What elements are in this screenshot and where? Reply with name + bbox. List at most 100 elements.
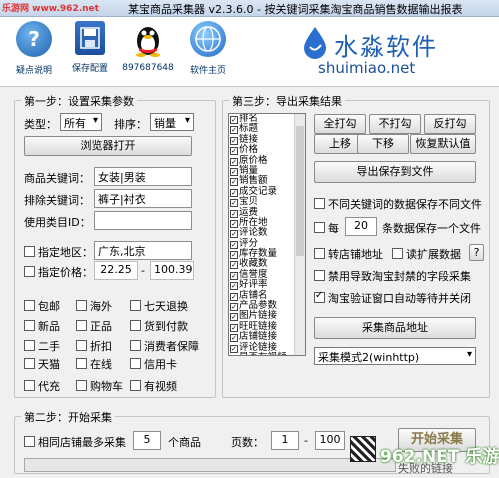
browser-open-button[interactable]: 浏览器打开 bbox=[24, 136, 192, 156]
page-from-input[interactable]: 1 bbox=[271, 431, 299, 450]
field-check-icon[interactable]: ✓ bbox=[230, 261, 238, 270]
field-check-icon[interactable]: ✓ bbox=[230, 136, 238, 145]
option-checkbox[interactable] bbox=[24, 340, 35, 351]
collect-mode-select[interactable]: 采集模式2(winhttp) bbox=[314, 347, 476, 365]
option-checkbox[interactable] bbox=[24, 300, 35, 311]
keyword-input[interactable]: 女装|男装 bbox=[94, 167, 192, 186]
same-shop-limit-checkbox[interactable] bbox=[24, 436, 35, 447]
sort-label: 排序： bbox=[114, 118, 147, 131]
move-down-button[interactable]: 下移 bbox=[357, 134, 409, 154]
field-check-icon[interactable]: ✓ bbox=[230, 230, 238, 239]
field-label: 店铺名 bbox=[239, 289, 268, 301]
field-list-scrollbar[interactable] bbox=[294, 114, 305, 355]
field-label: 销售额 bbox=[239, 175, 268, 187]
help-question-button[interactable]: ? bbox=[469, 244, 484, 261]
option-checkbox[interactable] bbox=[130, 320, 141, 331]
field-check-icon[interactable]: ✓ bbox=[230, 199, 238, 208]
field-check-icon[interactable]: ✓ bbox=[230, 292, 238, 301]
option-checkbox[interactable] bbox=[76, 380, 87, 391]
help-button[interactable]: ? 疑点说明 bbox=[6, 21, 62, 76]
option-checkbox[interactable] bbox=[24, 320, 35, 331]
price-min-input[interactable]: 22.25 bbox=[94, 261, 138, 280]
option-label: 有视频 bbox=[144, 380, 177, 393]
split-by-count-checkbox[interactable] bbox=[314, 222, 325, 233]
field-check-icon[interactable]: ✓ bbox=[230, 354, 238, 355]
region-checkbox[interactable] bbox=[24, 246, 35, 257]
collect-progress-bar bbox=[24, 458, 396, 472]
separate-files-checkbox[interactable] bbox=[314, 198, 325, 209]
option-label: 货到付款 bbox=[144, 320, 188, 333]
field-check-icon[interactable]: ✓ bbox=[230, 251, 238, 260]
exclude-keyword-input[interactable]: 裤子|衬衣 bbox=[94, 189, 192, 208]
field-check-icon[interactable]: ✓ bbox=[230, 157, 238, 166]
field-check-icon[interactable]: ✓ bbox=[230, 271, 238, 280]
select-none-button[interactable]: 不打勾 bbox=[369, 114, 421, 134]
field-label: 是否有视频 bbox=[239, 352, 287, 355]
shop-url-checkbox[interactable] bbox=[314, 248, 325, 259]
field-check-icon[interactable]: ✓ bbox=[230, 188, 238, 197]
field-label: 图片链接 bbox=[239, 310, 278, 322]
option-checkbox[interactable] bbox=[76, 340, 87, 351]
field-check-icon[interactable]: ✓ bbox=[230, 313, 238, 322]
type-select[interactable]: 所有 bbox=[60, 113, 102, 131]
field-check-icon[interactable]: ✓ bbox=[230, 240, 238, 249]
region-input[interactable]: 广东,北京 bbox=[94, 241, 192, 260]
option-checkbox[interactable] bbox=[130, 300, 141, 311]
export-file-button[interactable]: 导出保存到文件 bbox=[314, 161, 476, 183]
option-checkbox[interactable] bbox=[24, 380, 35, 391]
price-checkbox[interactable] bbox=[24, 266, 35, 277]
collect-urls-button[interactable]: 采集商品地址 bbox=[314, 317, 476, 339]
select-all-button[interactable]: 全打勾 bbox=[314, 114, 366, 134]
field-label: 收藏数 bbox=[239, 258, 268, 270]
field-check-icon[interactable]: ✓ bbox=[230, 116, 238, 124]
option-checkbox[interactable] bbox=[130, 358, 141, 369]
field-check-icon[interactable]: ✓ bbox=[230, 209, 238, 218]
auto-captcha-checkbox[interactable] bbox=[314, 290, 325, 303]
page-separator: - bbox=[304, 434, 308, 447]
field-label: 原价格 bbox=[239, 154, 268, 166]
option-label: 二手 bbox=[38, 340, 60, 353]
option-checkbox[interactable] bbox=[76, 358, 87, 369]
sort-select[interactable]: 销量 bbox=[150, 113, 194, 131]
export-field-list[interactable]: ✓ 排名 ✓ 标题 ✓ 链接 ✓ 价格 ✓ 原价格 ✓ 销量 ✓ 销售额 ✓ 成交记录 ✓ 宝贝 ✓ 运费 ✓ 所在地 ✓ 评… bbox=[228, 113, 306, 356]
field-check-icon[interactable]: ✓ bbox=[230, 167, 238, 176]
option-checkbox[interactable] bbox=[130, 380, 141, 391]
save-config-button[interactable]: 保存配置 bbox=[62, 21, 118, 74]
field-label: 运费 bbox=[239, 206, 259, 218]
toolbar: ? 疑点说明 保存配置 897687648 软件主页 水淼软件 shuimiao… bbox=[0, 17, 499, 87]
disable-fields-label: 禁用导致淘宝封禁的字段采集 bbox=[328, 270, 471, 283]
homepage-button[interactable]: 软件主页 bbox=[180, 21, 236, 76]
field-check-icon[interactable]: ✓ bbox=[230, 126, 238, 135]
option-checkbox[interactable] bbox=[76, 320, 87, 331]
invert-select-button[interactable]: 反打勾 bbox=[424, 114, 476, 134]
price-max-input[interactable]: 100.39 bbox=[150, 261, 194, 280]
field-check-icon[interactable]: ✓ bbox=[230, 334, 238, 343]
sort-select-value: 销量 bbox=[154, 117, 176, 130]
option-checkbox[interactable] bbox=[76, 300, 87, 311]
field-label: 评论链接 bbox=[239, 341, 278, 353]
scrollbar-thumb[interactable] bbox=[296, 126, 304, 256]
qq-contact-button[interactable]: 897687648 bbox=[120, 21, 176, 73]
brand-name-cn: 水淼软件 bbox=[334, 33, 438, 61]
split-count-input[interactable]: 20 bbox=[345, 217, 377, 236]
restore-default-button[interactable]: 恢复默认值 bbox=[410, 134, 476, 154]
auto-captcha-label: 淘宝验证窗口自动等待并关闭 bbox=[328, 292, 471, 305]
field-check-icon[interactable]: ✓ bbox=[230, 303, 238, 312]
qq-number-label: 897687648 bbox=[122, 63, 174, 73]
field-check-icon[interactable]: ✓ bbox=[230, 323, 238, 332]
page-to-input[interactable]: 100 bbox=[315, 431, 345, 450]
read-ext-checkbox[interactable] bbox=[392, 248, 403, 259]
field-check-icon[interactable]: ✓ bbox=[230, 147, 238, 156]
field-label: 宝贝 bbox=[239, 196, 259, 208]
field-check-icon[interactable]: ✓ bbox=[230, 344, 238, 353]
field-check-icon[interactable]: ✓ bbox=[230, 282, 238, 291]
option-checkbox[interactable] bbox=[24, 358, 35, 369]
question-icon: ? bbox=[16, 21, 52, 57]
category-id-input[interactable] bbox=[94, 211, 192, 230]
same-shop-limit-input[interactable]: 5 bbox=[133, 431, 161, 450]
option-checkbox[interactable] bbox=[130, 340, 141, 351]
step3-title: 第三步：导出采集结果 bbox=[229, 93, 345, 109]
field-check-icon[interactable]: ✓ bbox=[230, 178, 238, 187]
disable-fields-checkbox[interactable] bbox=[314, 270, 325, 281]
field-check-icon[interactable]: ✓ bbox=[230, 219, 238, 228]
